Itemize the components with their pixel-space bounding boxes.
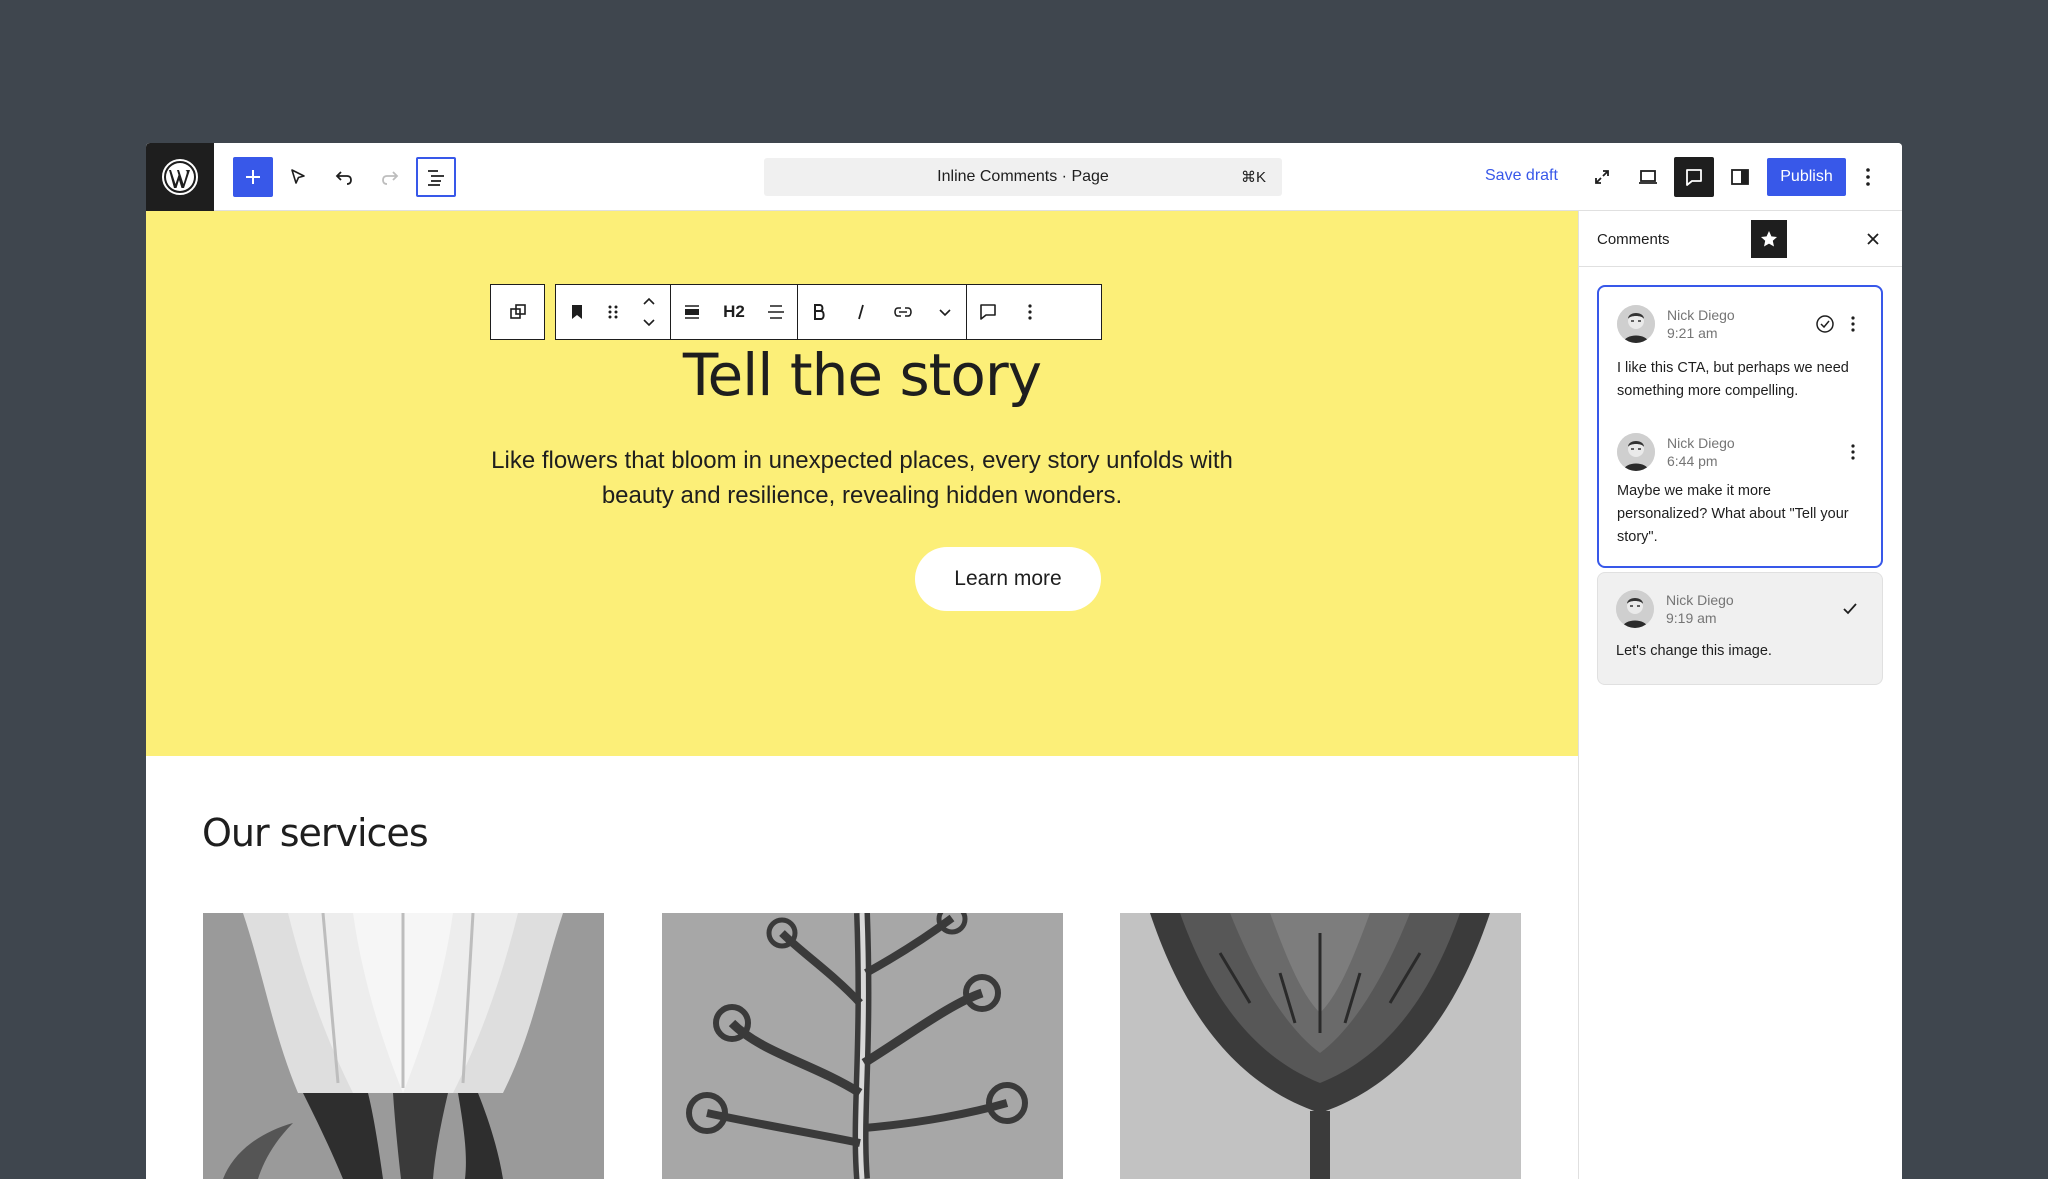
avatar (1617, 305, 1655, 343)
comments-header: Comments (1579, 211, 1902, 267)
resolved-check-icon[interactable] (1838, 597, 1862, 621)
select-tool-icon[interactable] (278, 157, 318, 197)
block-toolbar-group-comment (967, 285, 1051, 339)
comment-text: I like this CTA, but perhaps we need som… (1617, 360, 1849, 399)
comments-title: Comments (1597, 231, 1670, 248)
comment-author: Nick Diego (1667, 435, 1735, 451)
hero-subtitle[interactable]: Like flowers that bloom in unexpected pl… (472, 443, 1252, 513)
comment-author: Nick Diego (1667, 307, 1735, 323)
move-up-down-icon[interactable] (628, 285, 670, 339)
comment-time: 6:44 pm (1667, 453, 1718, 469)
close-icon[interactable] (1859, 225, 1887, 253)
avatar (1616, 590, 1654, 628)
heading-level-button[interactable]: H2 (713, 285, 755, 339)
comment: Nick Diego 9:19 am Let's change this ima… (1616, 590, 1866, 670)
comments-toggle-icon[interactable] (1674, 157, 1714, 197)
service-image-bellflower[interactable] (203, 913, 604, 1179)
add-block-button[interactable] (233, 157, 273, 197)
wordpress-logo-icon[interactable] (146, 143, 214, 211)
comment: Nick Diego 9:21 am I like this CTA, but … (1617, 305, 1867, 405)
services-heading[interactable]: Our services (202, 811, 429, 855)
publish-button[interactable]: Publish (1767, 158, 1846, 196)
bookmark-icon[interactable] (556, 285, 598, 339)
link-icon[interactable] (882, 285, 924, 339)
command-shortcut: ⌘K (1240, 169, 1266, 186)
document-overview-icon[interactable] (416, 157, 456, 197)
chevron-down-icon[interactable] (924, 285, 966, 339)
comment-options-icon[interactable] (1841, 440, 1865, 464)
service-image-stems[interactable] (662, 913, 1063, 1179)
block-toolbar-group-move (556, 285, 671, 339)
fullscreen-icon[interactable] (1582, 157, 1622, 197)
comment-thread-resolved[interactable]: Nick Diego 9:19 am Let's change this ima… (1597, 572, 1883, 685)
learn-more-button[interactable]: Learn more (915, 547, 1101, 611)
settings-sidebar-icon[interactable] (1720, 157, 1760, 197)
options-menu-icon[interactable] (1853, 157, 1883, 197)
resolve-check-circle-icon[interactable] (1813, 312, 1837, 336)
hero-section[interactable]: H2 Tell the story Like flowers that bloo… (146, 211, 1578, 756)
add-comment-icon[interactable] (967, 285, 1009, 339)
comment-thread[interactable]: Nick Diego 9:21 am I like this CTA, but … (1597, 285, 1883, 568)
save-draft-button[interactable]: Save draft (1485, 167, 1558, 185)
hero-heading[interactable]: Tell the story (146, 341, 1578, 409)
command-palette-bar[interactable]: Inline Comments · Page ⌘K (764, 158, 1282, 196)
comment-reply: Nick Diego 6:44 pm Maybe we make it more… (1617, 433, 1867, 553)
more-options-icon[interactable] (1009, 285, 1051, 339)
comment-text: Let's change this image. (1616, 643, 1772, 659)
comment-text: Maybe we make it more personalized? What… (1617, 483, 1849, 545)
service-image-artichoke[interactable] (1120, 913, 1521, 1179)
device-preview-icon[interactable] (1628, 157, 1668, 197)
comment-author: Nick Diego (1666, 592, 1734, 608)
align-wide-icon[interactable] (671, 285, 713, 339)
italic-icon[interactable] (840, 285, 882, 339)
block-toolbar: H2 (555, 284, 1102, 340)
block-toolbar-group-format (798, 285, 967, 339)
block-toolbar-group-align: H2 (671, 285, 798, 339)
comment-options-icon[interactable] (1841, 312, 1865, 336)
redo-icon[interactable] (370, 157, 410, 197)
block-transform-button[interactable] (490, 284, 545, 340)
editor-canvas: H2 Tell the story Like flowers that bloo… (146, 211, 1578, 1179)
comment-time: 9:21 am (1667, 325, 1718, 341)
star-icon[interactable] (1751, 220, 1787, 258)
editor-top-bar: Inline Comments · Page ⌘K Save draft Pub… (146, 143, 1902, 211)
document-title: Inline Comments · Page (937, 168, 1109, 185)
comment-time: 9:19 am (1666, 610, 1717, 626)
undo-icon[interactable] (324, 157, 364, 197)
editor-window: Inline Comments · Page ⌘K Save draft Pub… (146, 143, 1902, 1179)
drag-handle-icon[interactable] (598, 285, 628, 339)
avatar (1617, 433, 1655, 471)
comments-sidebar: Comments Nick Diego 9:21 am I like this … (1578, 211, 1902, 1179)
bold-icon[interactable] (798, 285, 840, 339)
text-align-center-icon[interactable] (755, 285, 797, 339)
